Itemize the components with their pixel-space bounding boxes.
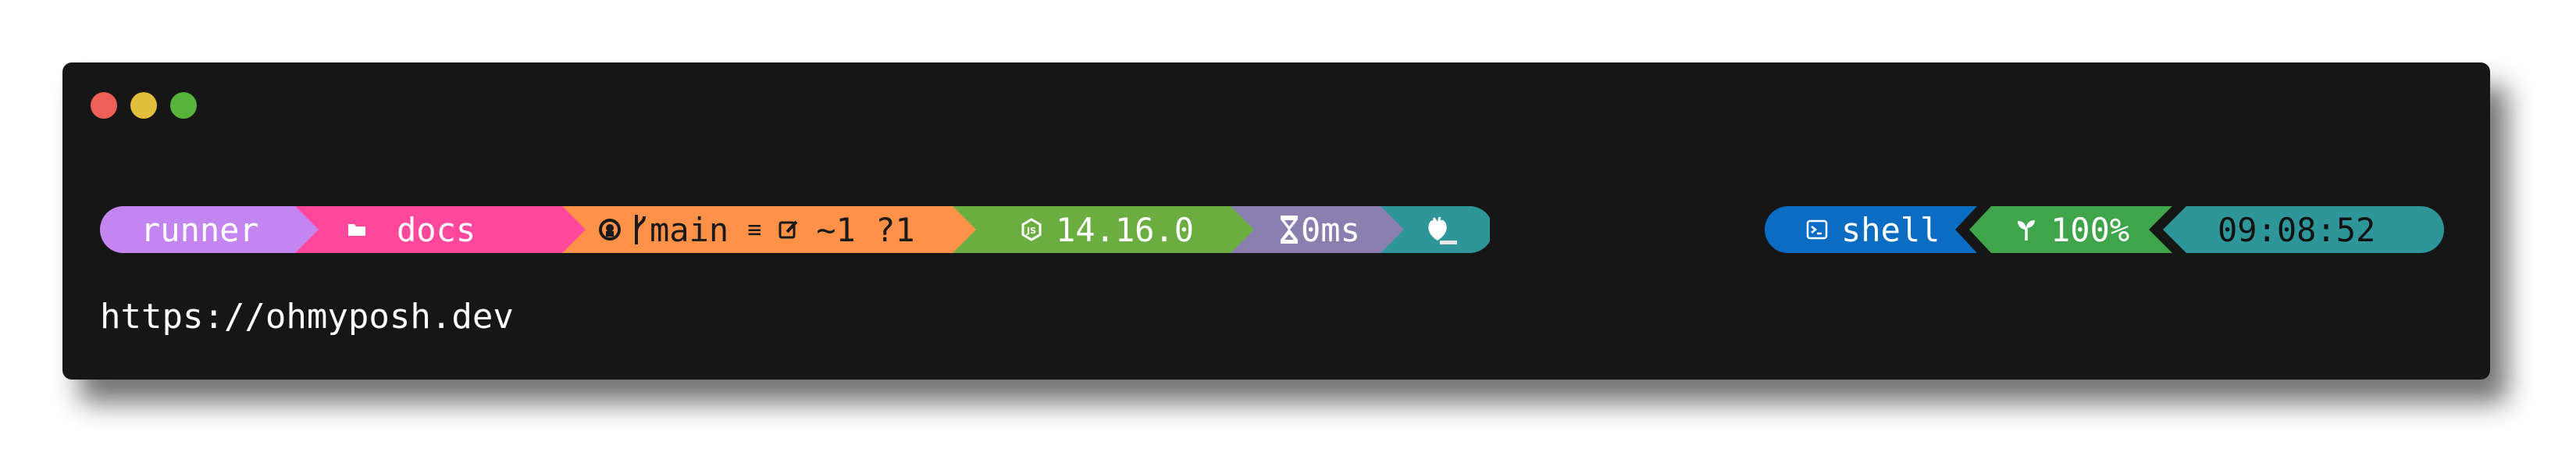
git-branch-icon [631,215,648,244]
git-working-changes: ~1 ?1 [816,210,915,249]
sprout-icon [2013,216,2040,243]
git-upstream-status: ≡ [747,216,762,244]
terminal-icon [1804,216,1830,243]
path-folder: docs [397,210,476,249]
session-segment: runner [141,206,259,253]
execution-time-value: 0ms [1301,210,1360,249]
github-icon [597,216,623,243]
path-segment: docs [344,206,476,253]
folder-icon [344,216,370,243]
git-segment: main ≡ ~1 ?1 [597,206,915,253]
window-controls [91,92,197,119]
time-segment: 09:08:52 [2218,206,2375,253]
execution-time-segment: 0ms [1279,206,1360,253]
clock-time: 09:08:52 [2218,210,2376,249]
git-branch-name: main [650,210,729,249]
battery-segment: 100% [2013,206,2129,253]
close-button[interactable] [91,92,117,119]
maximize-button[interactable] [170,92,197,119]
right-prompt: shell 100% 09:08:52 [1765,206,2444,253]
node-version: 14.16.0 [1056,210,1195,249]
exit-status-segment [1424,206,1462,253]
heart-icon [1424,216,1451,243]
edit-icon [775,216,802,243]
cursor [1440,241,1457,244]
battery-level: 100% [2050,210,2130,249]
minimize-button[interactable] [130,92,157,119]
node-icon: JS [1018,216,1045,243]
node-segment: JS 14.16.0 [1018,206,1194,253]
hourglass-icon [1279,216,1299,244]
shell-segment: shell [1804,206,1940,253]
session-user: runner [141,210,259,249]
shell-name: shell [1841,210,1940,249]
terminal-window: runner docs main ≡ ~1 ?1 JS 14.16.0 0ms … [62,62,2490,380]
svg-text:JS: JS [1026,226,1036,236]
output-line: https://ohmyposh.dev [100,297,514,337]
left-prompt: runner docs main ≡ ~1 ?1 JS 14.16.0 0ms [100,206,1490,253]
